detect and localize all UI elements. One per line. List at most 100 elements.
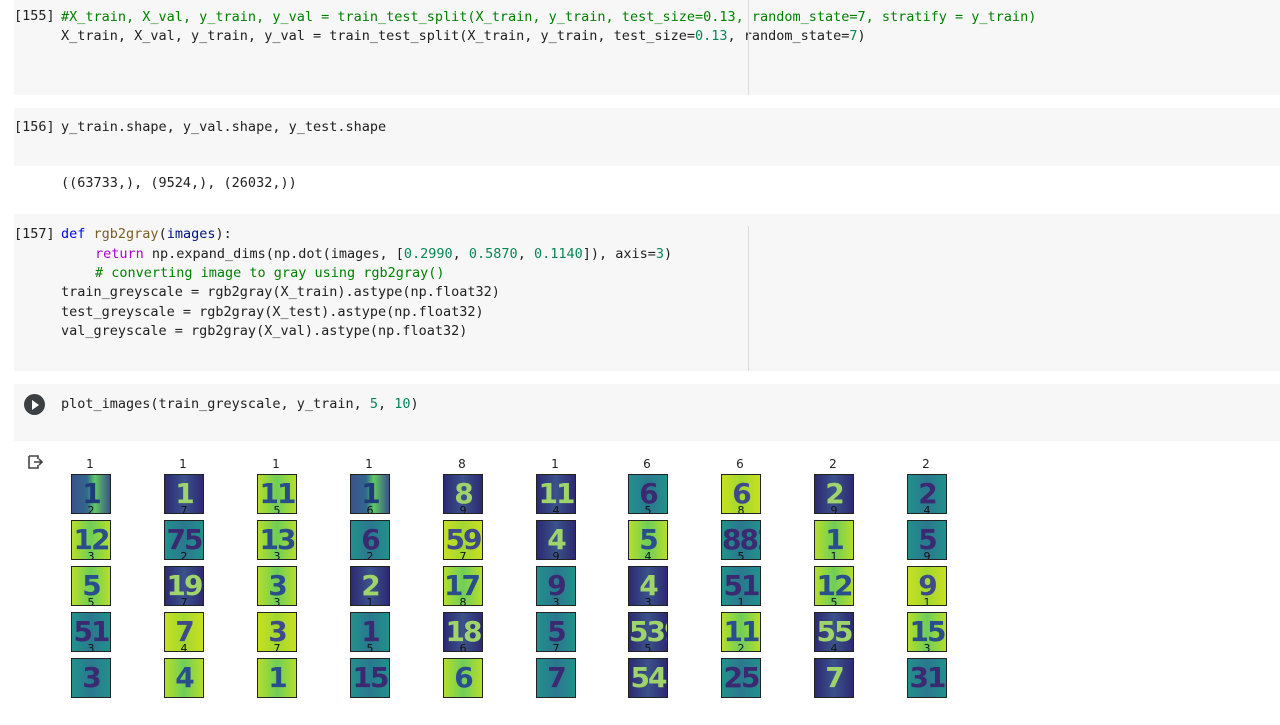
thumbnail-label: 3	[552, 596, 560, 606]
thumbnail-label: 9	[459, 504, 467, 514]
digit-thumbnail: 93	[536, 566, 576, 606]
digit-thumbnail: 59 7	[443, 520, 483, 560]
thumbnail-digit: 7	[825, 661, 844, 694]
plot-column-title: 1	[551, 457, 559, 471]
digit-thumbnail: 17	[164, 474, 204, 514]
code-text: ,	[517, 246, 534, 262]
thumbnail-label: 4	[923, 504, 931, 514]
digit-thumbnail: 6	[443, 658, 483, 698]
code-line-comment-gray[interactable]: # converting image to gray using rgb2gra…	[95, 264, 445, 284]
thumbnail-label: 5	[644, 504, 652, 514]
plot-column-title: 6	[643, 457, 651, 471]
digit-thumbnail: 11 4	[536, 474, 576, 514]
thumbnail-label: 3	[273, 550, 281, 560]
digit-thumbnail: 12 3	[71, 520, 111, 560]
thumbnail-label: 5	[737, 550, 745, 560]
cell-prompt-157: [157]	[14, 226, 55, 242]
digit-thumbnail: 15 3	[907, 612, 947, 652]
thumbnail-label: 4	[552, 504, 560, 514]
digit-thumbnail: 7	[536, 658, 576, 698]
thumbnail-label: 9	[923, 550, 931, 560]
thumbnail-digit: 31	[909, 661, 946, 694]
code-keyword: def	[61, 226, 86, 242]
digit-thumbnail: 74	[164, 612, 204, 652]
digit-thumbnail: 57	[536, 612, 576, 652]
thumbnail-label: 5	[366, 642, 374, 652]
thumbnail-label: 5	[87, 596, 95, 606]
thumbnail-label: 7	[180, 596, 188, 606]
thumbnail-digit: 4	[175, 661, 194, 694]
digit-thumbnail: 11 2	[721, 612, 761, 652]
cell-prompt-155: [155]	[14, 8, 55, 24]
code-text: )	[664, 246, 673, 262]
plot-column-title: 1	[179, 457, 187, 471]
digit-thumbnail: 29	[814, 474, 854, 514]
digit-thumbnail: 16	[350, 474, 390, 514]
code-text: ,	[378, 396, 395, 412]
digit-thumbnail: 55	[71, 566, 111, 606]
code-line-split[interactable]: X_train, X_val, y_train, y_val = train_t…	[61, 27, 866, 47]
code-number: 10	[394, 396, 411, 412]
thumbnail-label: 2	[180, 550, 188, 560]
thumbnail-digit: 6	[454, 661, 473, 694]
digit-thumbnail: 1718	[443, 566, 483, 606]
output-redirect-icon[interactable]	[27, 454, 43, 470]
thumbnail-label: 7	[552, 642, 560, 652]
thumbnail-label: 7	[180, 504, 188, 514]
plot-column-title: 2	[829, 457, 837, 471]
digit-thumbnail: 62	[350, 520, 390, 560]
ruler-line	[748, 0, 749, 95]
code-line-val-grey[interactable]: val_greyscale = rgb2gray(X_val).astype(n…	[61, 322, 467, 342]
code-line-test-grey[interactable]: test_greyscale = rgb2gray(X_test).astype…	[61, 303, 484, 323]
code-line-plot[interactable]: plot_images(train_greyscale, y_train, 5,…	[61, 395, 419, 415]
digit-thumbnail: 51 3	[71, 612, 111, 652]
thumbnail-label: 1	[366, 596, 374, 606]
thumbnail-label: 6	[459, 642, 467, 652]
digit-thumbnail: 65	[628, 474, 668, 514]
code-number: 0.13	[694, 28, 728, 44]
thumbnail-label: 9	[830, 504, 838, 514]
code-function: rgb2gray	[93, 226, 159, 242]
thumbnail-label: 3	[273, 596, 281, 606]
digit-thumbnail: 15	[350, 612, 390, 652]
code-number: 5	[369, 396, 378, 412]
digit-thumbnail: 59	[907, 520, 947, 560]
code-line-train-grey[interactable]: train_greyscale = rgb2gray(X_train).asty…	[61, 283, 500, 303]
digit-thumbnail: 24	[907, 474, 947, 514]
play-circle-icon[interactable]	[24, 394, 45, 415]
code-line-shapes[interactable]: y_train.shape, y_val.shape, y_test.shape	[61, 118, 386, 138]
digit-thumbnail: 8825	[721, 520, 761, 560]
digit-thumbnail: 12	[71, 474, 111, 514]
digit-thumbnail: 7	[814, 658, 854, 698]
thumbnail-digit: 3	[82, 661, 101, 694]
thumbnail-label: 1	[737, 596, 745, 606]
thumbnail-digit: 7	[547, 661, 566, 694]
thumbnail-label: 8	[459, 596, 467, 606]
code-text: )	[410, 396, 419, 412]
plot-column-title: 2	[922, 457, 930, 471]
digit-thumbnail: 43	[628, 566, 668, 606]
digit-thumbnail: 68	[721, 474, 761, 514]
code-line-comment[interactable]: #X_train, X_val, y_train, y_val = train_…	[61, 8, 1036, 28]
code-text: ]), axis=	[582, 246, 656, 262]
digit-thumbnail: 4	[164, 658, 204, 698]
digit-thumbnail: 33	[257, 566, 297, 606]
digit-thumbnail: 54	[628, 520, 668, 560]
thumbnail-label: 9	[552, 550, 560, 560]
digit-thumbnail: 55 4	[814, 612, 854, 652]
code-line-def[interactable]: def rgb2gray(images):	[61, 225, 232, 245]
code-number: 3	[655, 246, 665, 262]
digit-thumbnail: 31	[907, 658, 947, 698]
code-number: 0.2990	[403, 246, 453, 262]
thumbnail-label: 2	[737, 642, 745, 652]
code-line-return[interactable]: return np.expand_dims(np.dot(images, [0.…	[95, 245, 672, 265]
thumbnail-label: 3	[644, 596, 652, 606]
digit-thumbnail: 49	[536, 520, 576, 560]
plot-column-title: 6	[736, 457, 744, 471]
digit-thumbnail: 18 6	[443, 612, 483, 652]
thumbnail-label: 1	[830, 550, 838, 560]
cell-output-156: ((63733,), (9524,), (26032,))	[61, 175, 297, 191]
plot-column-title: 1	[365, 457, 373, 471]
digit-thumbnail: 19 7	[164, 566, 204, 606]
thumbnail-label: 4	[644, 550, 652, 560]
